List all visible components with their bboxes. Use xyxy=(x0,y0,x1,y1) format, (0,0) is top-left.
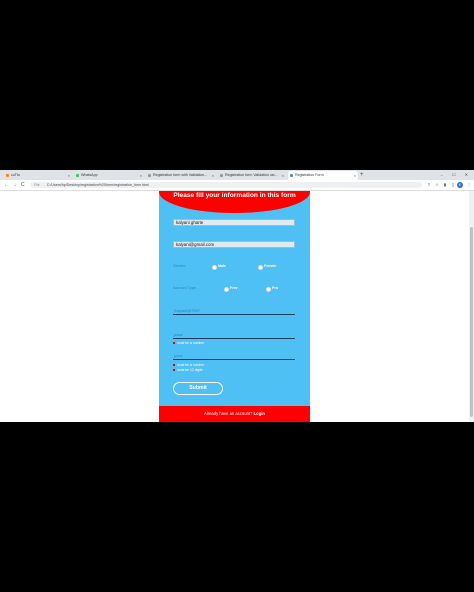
scrollbar[interactable] xyxy=(469,191,474,422)
tab-label: Registration form with Validation... xyxy=(153,173,208,177)
login-link[interactable]: Login xyxy=(254,411,265,416)
registration-form: Please fill your information in this for… xyxy=(159,191,310,422)
submit-button[interactable]: Submit xyxy=(173,382,223,395)
tab-favicon-icon xyxy=(148,174,151,177)
tab-favicon-icon xyxy=(76,174,79,177)
extensions-icon[interactable]: ▮ xyxy=(442,182,448,188)
tab-4[interactable]: Registration form Validation usi... × xyxy=(218,171,286,180)
footer-prompt: Already have an account? xyxy=(203,411,253,416)
account-free-label: Free xyxy=(230,286,238,290)
browser-window: cuTto × WhatsApp × Registration form wit… xyxy=(0,170,474,422)
window-controls[interactable]: – ☐ ✕ xyxy=(441,170,472,180)
confirm-password-input[interactable]: pass xyxy=(173,352,295,360)
name-input[interactable]: kalyani gharte xyxy=(173,219,295,226)
bookmark-star-icon[interactable]: ☆ xyxy=(434,182,440,188)
menu-icon[interactable]: ⋮ xyxy=(466,182,472,188)
page-viewport: Please fill your information in this for… xyxy=(0,191,474,422)
back-arrow-icon[interactable]: ← xyxy=(4,180,9,190)
side-panel-icon[interactable]: ▯ xyxy=(450,182,456,188)
confirm-password-error: must be 12 digits xyxy=(173,368,203,372)
email-input[interactable]: kalyani@gmail.com xyxy=(173,241,295,248)
tab-5-active[interactable]: Registration Form × xyxy=(288,171,358,180)
error-text: must be a number xyxy=(177,341,205,345)
share-icon[interactable]: ⇪ xyxy=(426,182,432,188)
scrollbar-thumb[interactable] xyxy=(470,227,473,417)
gender-male-label: Male xyxy=(218,264,226,268)
error-text: must be a number xyxy=(177,363,205,367)
tab-3[interactable]: Registration form with Validation... × xyxy=(146,171,216,180)
tab-favicon-icon xyxy=(220,174,223,177)
password-error: must be a number xyxy=(173,341,204,345)
gender-male-radio[interactable] xyxy=(212,265,217,270)
new-tab-button[interactable]: + xyxy=(360,170,364,180)
account-pro-label: Pro xyxy=(272,286,278,290)
tab-bar: cuTto × WhatsApp × Registration form wit… xyxy=(0,170,474,180)
account-free-radio[interactable] xyxy=(224,287,229,292)
error-bullet-icon xyxy=(173,364,175,367)
confirm-password-error: must be a number xyxy=(173,363,204,367)
address-bar-url: C:/Users/hp/Desktop/registration%20form/… xyxy=(46,183,149,187)
address-bar-scheme-label: File xyxy=(34,183,40,187)
browser-toolbar: ← → C File C:/Users/hp/Desktop/registrat… xyxy=(0,180,474,191)
profile-avatar[interactable]: K xyxy=(457,182,463,188)
error-bullet-icon xyxy=(173,342,175,345)
username-input[interactable]: Kalyani@7557 xyxy=(173,307,295,315)
password-input[interactable]: pass xyxy=(173,331,295,339)
reload-icon[interactable]: C xyxy=(21,180,25,190)
close-icon[interactable]: × xyxy=(68,171,70,180)
close-icon[interactable]: × xyxy=(212,171,214,180)
gender-label: Gender xyxy=(173,264,186,268)
close-icon[interactable]: × xyxy=(354,171,356,180)
form-footer: Already have an account? Login xyxy=(159,406,310,422)
tab-label: Registration Form xyxy=(295,173,324,177)
tab-label: cuTto xyxy=(11,173,20,177)
tab-favicon-icon xyxy=(6,174,9,177)
error-bullet-icon xyxy=(173,369,175,372)
form-title: Please fill your information in this for… xyxy=(173,192,296,199)
footer-text: Already have an account? Login xyxy=(159,406,310,422)
close-icon[interactable]: × xyxy=(282,171,284,180)
tab-label: WhatsApp xyxy=(81,173,98,177)
tab-favicon-icon xyxy=(290,174,293,177)
close-icon[interactable]: × xyxy=(140,171,142,180)
account-pro-radio[interactable] xyxy=(266,287,271,292)
tab-2[interactable]: WhatsApp × xyxy=(74,171,144,180)
gender-female-radio[interactable] xyxy=(258,265,263,270)
address-bar[interactable]: File C:/Users/hp/Desktop/registration%20… xyxy=(30,182,422,188)
tab-label: Registration form Validation usi... xyxy=(225,173,278,177)
forward-arrow-icon[interactable]: → xyxy=(12,180,17,190)
gender-female-label: Female xyxy=(264,264,277,268)
error-text: must be 12 digits xyxy=(177,368,203,372)
tab-1[interactable]: cuTto × xyxy=(4,171,72,180)
account-type-label: Account Type xyxy=(173,286,196,290)
